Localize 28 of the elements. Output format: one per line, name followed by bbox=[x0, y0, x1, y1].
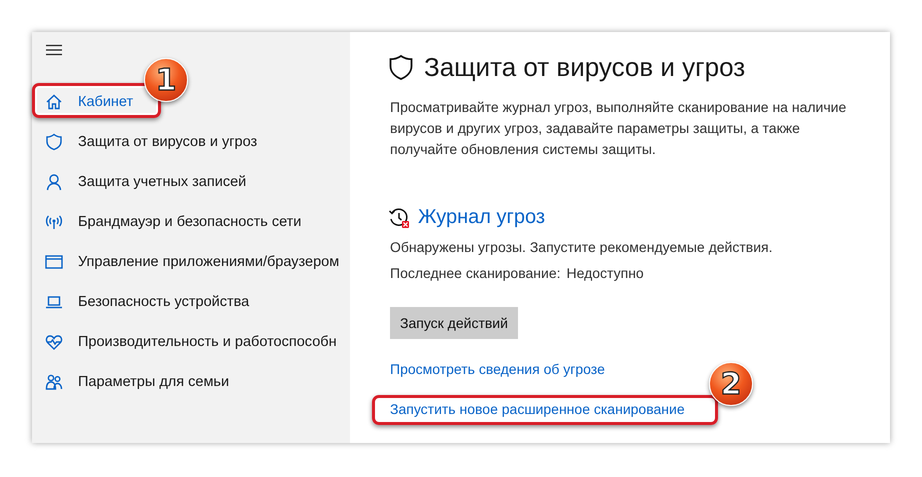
status-text: Обнаружены угрозы. Запустите рекомендуемые действия. bbox=[390, 239, 774, 255]
sidebar-item[interactable]: Защита от вирусов и угроз bbox=[32, 122, 258, 162]
antenna-icon bbox=[45, 213, 63, 231]
home-icon bbox=[45, 93, 63, 111]
person-icon bbox=[45, 173, 63, 191]
run-actions-button[interactable]: Запуск действий bbox=[390, 307, 518, 339]
section-link[interactable]: Журнал угроз bbox=[418, 206, 546, 229]
sidebar-item[interactable]: Брандмауэр и безопасность сети bbox=[32, 202, 302, 242]
shield-icon bbox=[388, 54, 414, 82]
description-text: Просматривайте журнал угроз, выполняйте сканирование на наличие вирусов и других угроз, задавайте параметры защиты, а также получайте обновления системы защиты. bbox=[390, 98, 848, 159]
callout-badge: 2 bbox=[709, 362, 753, 406]
menu-icon bbox=[45, 44, 63, 56]
sidebar-item[interactable]: Безопасность устройства bbox=[32, 282, 250, 322]
page-title: Защита от вирусов и угроз bbox=[424, 52, 746, 83]
heart-icon bbox=[45, 333, 63, 351]
sidebar-item[interactable]: Управление приложениями/браузером bbox=[32, 242, 340, 282]
sidebar-item[interactable]: Кабинет bbox=[32, 82, 134, 122]
shield-icon bbox=[45, 133, 63, 151]
window-icon bbox=[45, 253, 63, 271]
family-icon bbox=[45, 373, 63, 391]
clock-alert-icon bbox=[388, 206, 410, 228]
sidebar-item[interactable]: Защита учетных записей bbox=[32, 162, 246, 202]
last-scan-label: Последнее сканирование: bbox=[390, 265, 560, 281]
sidebar-item[interactable]: Параметры для семьи bbox=[32, 362, 230, 402]
link[interactable]: Просмотреть сведения об угрозе bbox=[390, 360, 605, 379]
last-scan-value: Недоступно bbox=[566, 265, 644, 281]
sidebar-item[interactable]: Производительность и работоспособн bbox=[32, 322, 337, 362]
link[interactable]: Запустить новое расширенное сканирование bbox=[390, 400, 685, 419]
